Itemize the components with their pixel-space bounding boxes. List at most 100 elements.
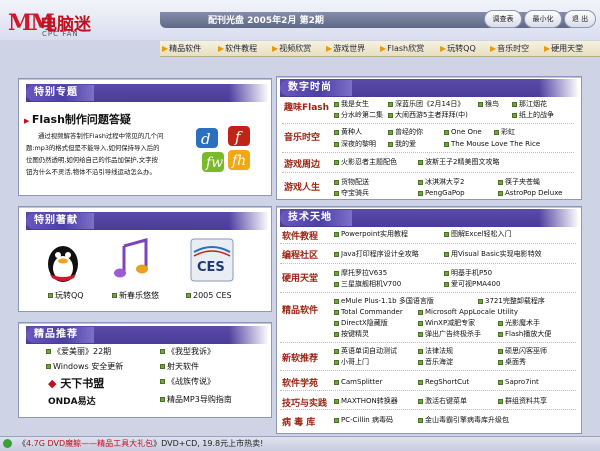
list-item[interactable]: WinXP减肥专家	[418, 318, 475, 328]
bullet-icon	[418, 309, 423, 315]
svg-text:CES: CES	[197, 260, 225, 275]
onda-logo[interactable]: ONDA易达	[48, 394, 96, 407]
gift-item[interactable]: 2005 CES	[186, 291, 232, 301]
nav-item-hardware[interactable]: ▶硬用天堂	[544, 42, 583, 55]
special-topic-title: 特别专题	[26, 85, 94, 101]
list-item[interactable]: 金山毒霸引擎病毒库升级包	[418, 415, 509, 425]
recommend-item[interactable]: 《爱美丽》22期	[46, 347, 111, 357]
music-notes-icon[interactable]	[112, 238, 154, 284]
list-item[interactable]: Flash播放大便	[498, 329, 551, 339]
list-item[interactable]: 群组资料共享	[498, 396, 547, 406]
list-item[interactable]: eMule Plus-1.1b 多国语言版	[334, 296, 434, 306]
list-item[interactable]: Powerpoint实用教程	[334, 229, 408, 239]
list-item[interactable]: 大闹西游5主者拜拜(中)	[388, 110, 468, 120]
list-item[interactable]: 那江烟花	[512, 99, 547, 109]
survey-button[interactable]: 调查表	[484, 10, 522, 28]
nav-item-music[interactable]: ▶音乐时空	[490, 42, 529, 55]
list-item[interactable]: PC-Cillin 病毒码	[334, 415, 393, 425]
nav-item-games[interactable]: ▶游戏世界	[326, 42, 365, 55]
special-topic-headline[interactable]: ▶ Flash制作问题答疑	[24, 111, 131, 127]
list-item[interactable]: AstroPop Deluxe	[498, 188, 562, 198]
recommend-item[interactable]: 射天软件	[160, 362, 199, 372]
ces-logo-icon[interactable]: CES	[190, 238, 234, 282]
bullet-icon	[498, 348, 503, 354]
macromedia-logos-icon: d f fw fh	[196, 126, 250, 172]
list-item[interactable]: 音乐海淀	[418, 357, 453, 367]
list-item[interactable]: 硕思闪客巫师	[498, 346, 547, 356]
list-item[interactable]: MAXTHON转换器	[334, 396, 398, 406]
list-item[interactable]: 波斯王子2精美图文攻略	[418, 157, 499, 167]
recommend-item[interactable]: 《我型我诉》	[160, 347, 215, 357]
list-item[interactable]: RegShortCut	[418, 377, 469, 387]
recommend-item[interactable]: 《战族传说》	[160, 377, 215, 387]
list-item[interactable]: 图解Excel轻松入门	[444, 229, 512, 239]
bullet-icon	[444, 251, 449, 257]
list-item[interactable]: 曾经的你	[388, 127, 423, 137]
row-divider	[282, 123, 574, 124]
list-item[interactable]: 激活右键菜单	[418, 396, 467, 406]
list-item[interactable]: The Mouse Love The Rice	[444, 139, 540, 149]
list-item[interactable]: 纸上的战争	[512, 110, 554, 120]
bullet-icon	[418, 379, 423, 385]
list-item[interactable]: Microsoft AppLocale Utility	[418, 307, 518, 317]
list-item[interactable]: 猴鸟	[478, 99, 499, 109]
recommend-item[interactable]: Windows 安全更新	[46, 362, 123, 372]
qq-penguin-icon[interactable]	[44, 240, 82, 284]
list-item[interactable]: 冰淇淋大亨2	[418, 177, 464, 187]
list-item[interactable]: Java打印程序设计全攻略	[334, 249, 419, 259]
nav-item-video[interactable]: ▶视频欣赏	[272, 42, 311, 55]
bullet-icon	[46, 349, 51, 354]
list-item[interactable]: 桌面秀	[498, 357, 526, 367]
list-item[interactable]: 三星旗舰相机V700	[334, 279, 401, 289]
list-item[interactable]: 火影忍者主题配色	[334, 157, 397, 167]
tianxia-book-logo[interactable]: ◆ 天下书盟	[48, 375, 104, 391]
list-item[interactable]: 明基手机P50	[444, 268, 492, 278]
list-item[interactable]: 3721完整卸载程序	[478, 296, 545, 306]
gift-item[interactable]: 新春乐悠悠	[112, 291, 159, 301]
nav-item-flash[interactable]: ▶Flash欣赏	[380, 42, 424, 55]
bullet-icon	[334, 281, 339, 287]
row-divider	[280, 409, 576, 410]
list-item[interactable]: CamSplitter	[334, 377, 382, 387]
bullet-icon	[112, 293, 117, 298]
nav-item-tutorial[interactable]: ▶软件教程	[218, 42, 257, 55]
bullet-icon	[160, 349, 165, 354]
list-item[interactable]: 爱可视PMA400	[444, 279, 500, 289]
list-item[interactable]: PengGaPop	[418, 188, 465, 198]
list-item[interactable]: 光影魔术手	[498, 318, 540, 328]
bullet-icon	[418, 190, 423, 196]
list-item[interactable]: 黄种人	[334, 127, 362, 137]
list-item[interactable]: 法律法规	[418, 346, 453, 356]
bullet-icon	[388, 101, 393, 107]
bullet-icon	[444, 270, 449, 276]
list-item[interactable]: One One	[444, 127, 482, 137]
status-message[interactable]: 《4.7G DVD魔鲸——精品工具大礼包》DVD+CD, 19.8元上市热卖!	[18, 438, 263, 449]
exit-button[interactable]: 退 出	[564, 10, 596, 28]
list-item[interactable]: 夺宝骑兵	[334, 188, 369, 198]
bullet-icon	[334, 379, 339, 385]
list-item[interactable]: 货物配送	[334, 177, 369, 187]
list-item[interactable]: 深蓝乐团《2月14日》	[388, 99, 464, 109]
list-item[interactable]: 我是女生	[334, 99, 369, 109]
list-item[interactable]: 深夜的黎明	[334, 139, 376, 149]
row-divider	[280, 292, 576, 293]
nav-item-software[interactable]: ▶精品软件	[162, 42, 201, 55]
list-item[interactable]: 筷子夹苍蝇	[498, 177, 540, 187]
list-item[interactable]: 彩虹	[494, 127, 515, 137]
bullet-icon	[498, 179, 503, 185]
list-item[interactable]: 英语单词自动测试	[334, 346, 397, 356]
list-item[interactable]: 我的爱	[388, 139, 416, 149]
list-item[interactable]: 弹出广告终极杀手	[418, 329, 481, 339]
list-item[interactable]: 分水岭第二集	[334, 110, 383, 120]
list-item[interactable]: Total Commander	[334, 307, 403, 317]
gift-item[interactable]: 玩转QQ	[48, 291, 84, 301]
nav-item-qq[interactable]: ▶玩转QQ	[440, 42, 476, 55]
list-item[interactable]: DirectX隐藏版	[334, 318, 388, 328]
list-item[interactable]: 用Visual Basic实现电影特效	[444, 249, 542, 259]
list-item[interactable]: 小哥上门	[334, 357, 369, 367]
list-item[interactable]: Sapro7int	[498, 377, 539, 387]
recommend-item[interactable]: 精品MP3导购指南	[160, 395, 232, 405]
minimize-button[interactable]: 最小化	[524, 10, 562, 28]
list-item[interactable]: 按键精灵	[334, 329, 369, 339]
list-item[interactable]: 摩托罗拉V635	[334, 268, 387, 278]
